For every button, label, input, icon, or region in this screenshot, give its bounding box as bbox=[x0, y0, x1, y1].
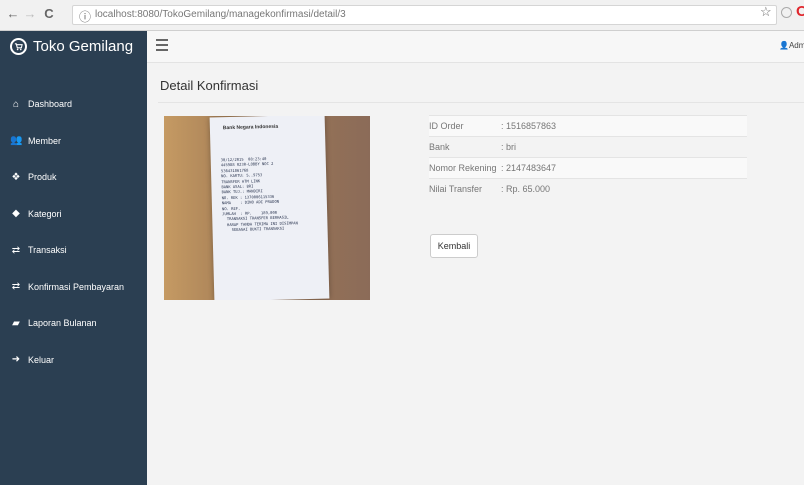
top-navbar: 👤Admin bbox=[147, 31, 804, 63]
home-icon: ⌂ bbox=[12, 98, 20, 110]
sidebar-item-konfirmasi-pembayaran[interactable]: ⇄ Konfirmasi Pembayaran bbox=[0, 269, 147, 306]
table-row: Nomor Rekening : 2147483647 bbox=[429, 157, 747, 179]
sidebar-item-member[interactable]: 👥 Member bbox=[0, 123, 147, 160]
table-row: Bank : bri bbox=[429, 136, 747, 158]
receipt-text: 30/12/2015 08:23:40 445988 0230-LOBBY NO… bbox=[220, 156, 298, 233]
users-icon: 👥 bbox=[10, 135, 23, 147]
back-button[interactable]: Kembali bbox=[430, 234, 478, 258]
opera-icon[interactable]: O bbox=[796, 3, 804, 20]
cart-icon bbox=[10, 37, 27, 55]
receipt-paper: Bank Negara Indonesia 30/12/2015 08:23:4… bbox=[209, 116, 330, 300]
sidebar-item-label: Transaksi bbox=[28, 245, 67, 256]
user-menu[interactable]: 👤Admin bbox=[779, 41, 804, 50]
field-label: Bank bbox=[429, 136, 501, 158]
exchange-icon: ⇄ bbox=[11, 281, 21, 293]
title-divider bbox=[158, 102, 804, 103]
page-title: Detail Konfirmasi bbox=[160, 78, 259, 93]
user-icon: 👤 bbox=[779, 41, 789, 50]
sidebar-item-dashboard[interactable]: ⌂ Dashboard bbox=[0, 86, 147, 123]
field-label: Nomor Rekening bbox=[429, 157, 501, 179]
brand-name: Toko Gemilang bbox=[33, 37, 134, 55]
book-icon: ▰ bbox=[12, 317, 20, 329]
tag-icon: ◆ bbox=[12, 208, 20, 220]
browser-toolbar: ← → C ⓘ localhost:8080/TokoGemilang/mana… bbox=[0, 0, 804, 31]
extension-icon[interactable] bbox=[781, 7, 792, 18]
brand[interactable]: Toko Gemilang bbox=[0, 31, 147, 61]
sidebar-item-kategori[interactable]: ◆ Kategori bbox=[0, 196, 147, 233]
sidebar-item-laporan-bulanan[interactable]: ▰ Laporan Bulanan bbox=[0, 305, 147, 342]
field-label: Nilai Transfer bbox=[429, 178, 501, 199]
sidebar-item-label: Laporan Bulanan bbox=[28, 318, 97, 329]
info-icon[interactable]: ⓘ bbox=[79, 8, 91, 25]
sidebar-item-label: Kategori bbox=[28, 208, 62, 219]
detail-table: ID Order : 1516857863 Bank : bri Nomor R… bbox=[429, 115, 747, 199]
field-label: ID Order bbox=[429, 115, 501, 137]
sidebar-item-label: Konfirmasi Pembayaran bbox=[28, 281, 125, 292]
sidebar-item-produk[interactable]: ❖ Produk bbox=[0, 159, 147, 196]
back-arrow-icon[interactable]: ← bbox=[5, 6, 21, 22]
transfer-receipt-image: Bank Negara Indonesia 30/12/2015 08:23:4… bbox=[164, 116, 370, 300]
exchange-icon: ⇄ bbox=[11, 244, 21, 256]
hamburger-menu-icon[interactable] bbox=[156, 39, 168, 54]
sidebar-menu: ⌂ Dashboard 👥 Member ❖ Produk ◆ Kategori… bbox=[0, 86, 147, 378]
cubes-icon: ❖ bbox=[11, 171, 21, 183]
field-value: : Rp. 65.000 bbox=[501, 178, 747, 199]
sidebar-item-label: Member bbox=[28, 135, 62, 146]
bank-logo: Bank Negara Indonesia bbox=[222, 123, 279, 132]
bookmark-star-icon[interactable]: ☆ bbox=[760, 4, 772, 20]
forward-arrow-icon[interactable]: → bbox=[22, 6, 38, 22]
sidebar-item-keluar[interactable]: ➜ Keluar bbox=[0, 342, 147, 379]
field-value: : 2147483647 bbox=[501, 157, 747, 179]
address-bar[interactable]: ⓘ localhost:8080/TokoGemilang/managekonf… bbox=[72, 5, 777, 25]
table-row: ID Order : 1516857863 bbox=[429, 115, 747, 137]
field-value: : 1516857863 bbox=[501, 115, 747, 137]
table-row: Nilai Transfer : Rp. 65.000 bbox=[429, 178, 747, 199]
sidebar: Toko Gemilang ⌂ Dashboard 👥 Member ❖ Pro… bbox=[0, 31, 147, 485]
sign-out-icon: ➜ bbox=[11, 354, 21, 366]
user-name: Admin bbox=[788, 41, 804, 50]
field-value: : bri bbox=[501, 136, 747, 158]
reload-icon[interactable]: C bbox=[41, 6, 57, 22]
url-text[interactable]: localhost:8080/TokoGemilang/managekonfir… bbox=[95, 9, 346, 20]
sidebar-item-label: Dashboard bbox=[28, 99, 73, 110]
sidebar-item-transaksi[interactable]: ⇄ Transaksi bbox=[0, 232, 147, 269]
sidebar-item-label: Keluar bbox=[28, 354, 55, 365]
sidebar-item-label: Produk bbox=[28, 172, 57, 183]
